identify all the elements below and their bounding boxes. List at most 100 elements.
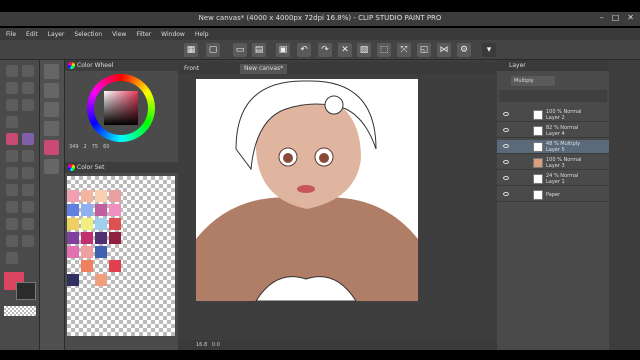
zoom-value[interactable]: 16.8 — [196, 342, 207, 348]
layer-tab[interactable]: Layer — [509, 62, 526, 69]
layer-thumbnail — [533, 110, 543, 120]
visibility-icon[interactable] — [503, 192, 509, 196]
selection-tool-icon[interactable] — [6, 99, 18, 111]
visibility-icon[interactable] — [503, 128, 509, 132]
background-color-icon[interactable] — [16, 282, 36, 300]
document-tabs: Front New canvas* — [178, 62, 497, 74]
color-value-h: 349 — [69, 144, 79, 150]
undo-icon[interactable]: ↶ — [297, 43, 311, 57]
right-side-bar — [609, 60, 640, 350]
color-panels: Color Wheel 349 2 75 60 Color Set — [65, 60, 178, 350]
minimize-icon[interactable]: – — [600, 13, 604, 22]
selection-icon[interactable]: ⬚ — [377, 43, 391, 57]
subtool-item-2[interactable] — [44, 83, 59, 98]
gradient-tool-icon[interactable] — [22, 201, 34, 213]
move-layer-tool-icon[interactable] — [22, 82, 34, 94]
grid-icon[interactable]: ▦ — [184, 43, 198, 57]
window-controls: – □ ✕ — [600, 13, 634, 22]
snap-icon[interactable]: ⋈ — [437, 43, 451, 57]
menu-layer[interactable]: Layer — [48, 31, 65, 38]
operation-tool-icon[interactable] — [6, 82, 18, 94]
menu-help[interactable]: Help — [195, 31, 209, 38]
dropdown-icon[interactable]: ▾ — [482, 43, 496, 57]
layer-row[interactable]: 100 % Normal Layer 2 — [497, 108, 609, 122]
pen-tool-icon[interactable] — [6, 133, 18, 145]
title-bar: New canvas* (4000 x 4000px 72dpi 16.8%) … — [0, 12, 640, 26]
layer-toolbar — [499, 90, 607, 102]
menu-view[interactable]: View — [112, 31, 126, 38]
auto-select-tool-icon[interactable] — [22, 99, 34, 111]
layer-row-paper[interactable]: Paper — [497, 188, 609, 202]
move-tool-icon[interactable] — [22, 65, 34, 77]
export-icon[interactable]: ▣ — [276, 43, 290, 57]
drawing-canvas[interactable] — [196, 79, 418, 301]
new-file-icon[interactable]: ▢ — [206, 43, 220, 57]
close-icon[interactable]: ✕ — [627, 13, 634, 22]
settings-icon[interactable]: ⚙ — [457, 43, 471, 57]
correct-line-tool-icon[interactable] — [22, 235, 34, 247]
saturation-value-square[interactable] — [104, 91, 138, 125]
visibility-icon[interactable] — [503, 160, 509, 164]
color-value-a: 60 — [103, 144, 110, 150]
menu-selection[interactable]: Selection — [74, 31, 102, 38]
subtool-item-4[interactable] — [44, 121, 59, 136]
ruler-tool-icon[interactable] — [22, 218, 34, 230]
brush-tool-icon[interactable] — [6, 150, 18, 162]
fill-tool-icon[interactable] — [22, 184, 34, 196]
subtool-item-6[interactable] — [44, 159, 59, 174]
sub-tool-panel — [40, 60, 65, 350]
eraser-tool-icon[interactable] — [22, 167, 34, 179]
blend-mode-select[interactable]: Multiply — [511, 76, 555, 86]
subtool-item-5[interactable] — [44, 140, 59, 155]
layer-label: 82 % Normal Layer 4 — [546, 125, 579, 137]
layer-panel: Layer Multiply 100 % Normal Layer 2 82 % … — [497, 60, 609, 350]
balloon-tool-icon[interactable] — [6, 235, 18, 247]
transparent-color-icon[interactable] — [4, 306, 36, 316]
layer-row[interactable]: 100 % Normal Layer 3 — [497, 156, 609, 170]
visibility-icon[interactable] — [503, 176, 509, 180]
color-set-title: Color Set — [77, 164, 105, 171]
color-value-v: 75 — [91, 144, 99, 150]
menu-filter[interactable]: Filter — [136, 31, 151, 38]
visibility-icon[interactable] — [503, 112, 509, 116]
layer-thumbnail — [533, 126, 543, 136]
color-wheel[interactable] — [87, 74, 155, 142]
rotation-value[interactable]: 0.0 — [212, 342, 220, 348]
open-file-icon[interactable]: ▭ — [233, 43, 247, 57]
pencil-tool-icon[interactable] — [22, 133, 34, 145]
color-wheel-title: Color Wheel — [77, 62, 114, 69]
status-bar: 16.8 0.0 — [178, 340, 497, 350]
subtool-item-3[interactable] — [44, 102, 59, 117]
layer-row-selected[interactable]: 48 % Multiply Layer 5 — [497, 140, 609, 154]
transform-icon[interactable]: ⤧ — [397, 43, 411, 57]
layer-label: Paper — [546, 192, 561, 198]
save-icon[interactable]: ▤ — [252, 43, 266, 57]
figure-tool-icon[interactable] — [6, 218, 18, 230]
blend-tool-icon[interactable] — [6, 184, 18, 196]
redo-icon[interactable]: ↷ — [318, 43, 332, 57]
layer-row[interactable]: 24 % Normal Layer 1 — [497, 172, 609, 186]
tab-new-canvas[interactable]: New canvas* — [240, 64, 288, 74]
color-set-icon — [68, 164, 75, 171]
tab-front[interactable]: Front — [180, 64, 203, 74]
text-tool-icon[interactable] — [6, 201, 18, 213]
subtool-item-1[interactable] — [44, 64, 59, 79]
menu-file[interactable]: File — [6, 31, 16, 38]
ruler-icon[interactable]: ◱ — [417, 43, 431, 57]
clear-icon[interactable]: ✕ — [338, 43, 352, 57]
maximize-icon[interactable]: □ — [612, 13, 620, 22]
eyedropper-tool-icon[interactable] — [6, 116, 18, 128]
airbrush-tool-icon[interactable] — [22, 150, 34, 162]
illustration — [196, 80, 418, 301]
layer-label: 100 % Normal Layer 3 — [546, 157, 582, 169]
fill-icon[interactable]: ▧ — [357, 43, 371, 57]
menu-window[interactable]: Window — [161, 31, 185, 38]
zoom-tool-icon[interactable] — [6, 65, 18, 77]
color-set-grid[interactable] — [67, 176, 175, 336]
decoration-tool-icon[interactable] — [6, 167, 18, 179]
menu-edit[interactable]: Edit — [26, 31, 38, 38]
layer-row[interactable]: 82 % Normal Layer 4 — [497, 124, 609, 138]
layer-panel-header: Layer — [497, 60, 609, 71]
frame-tool-icon[interactable] — [6, 252, 18, 264]
visibility-icon[interactable] — [503, 144, 509, 148]
